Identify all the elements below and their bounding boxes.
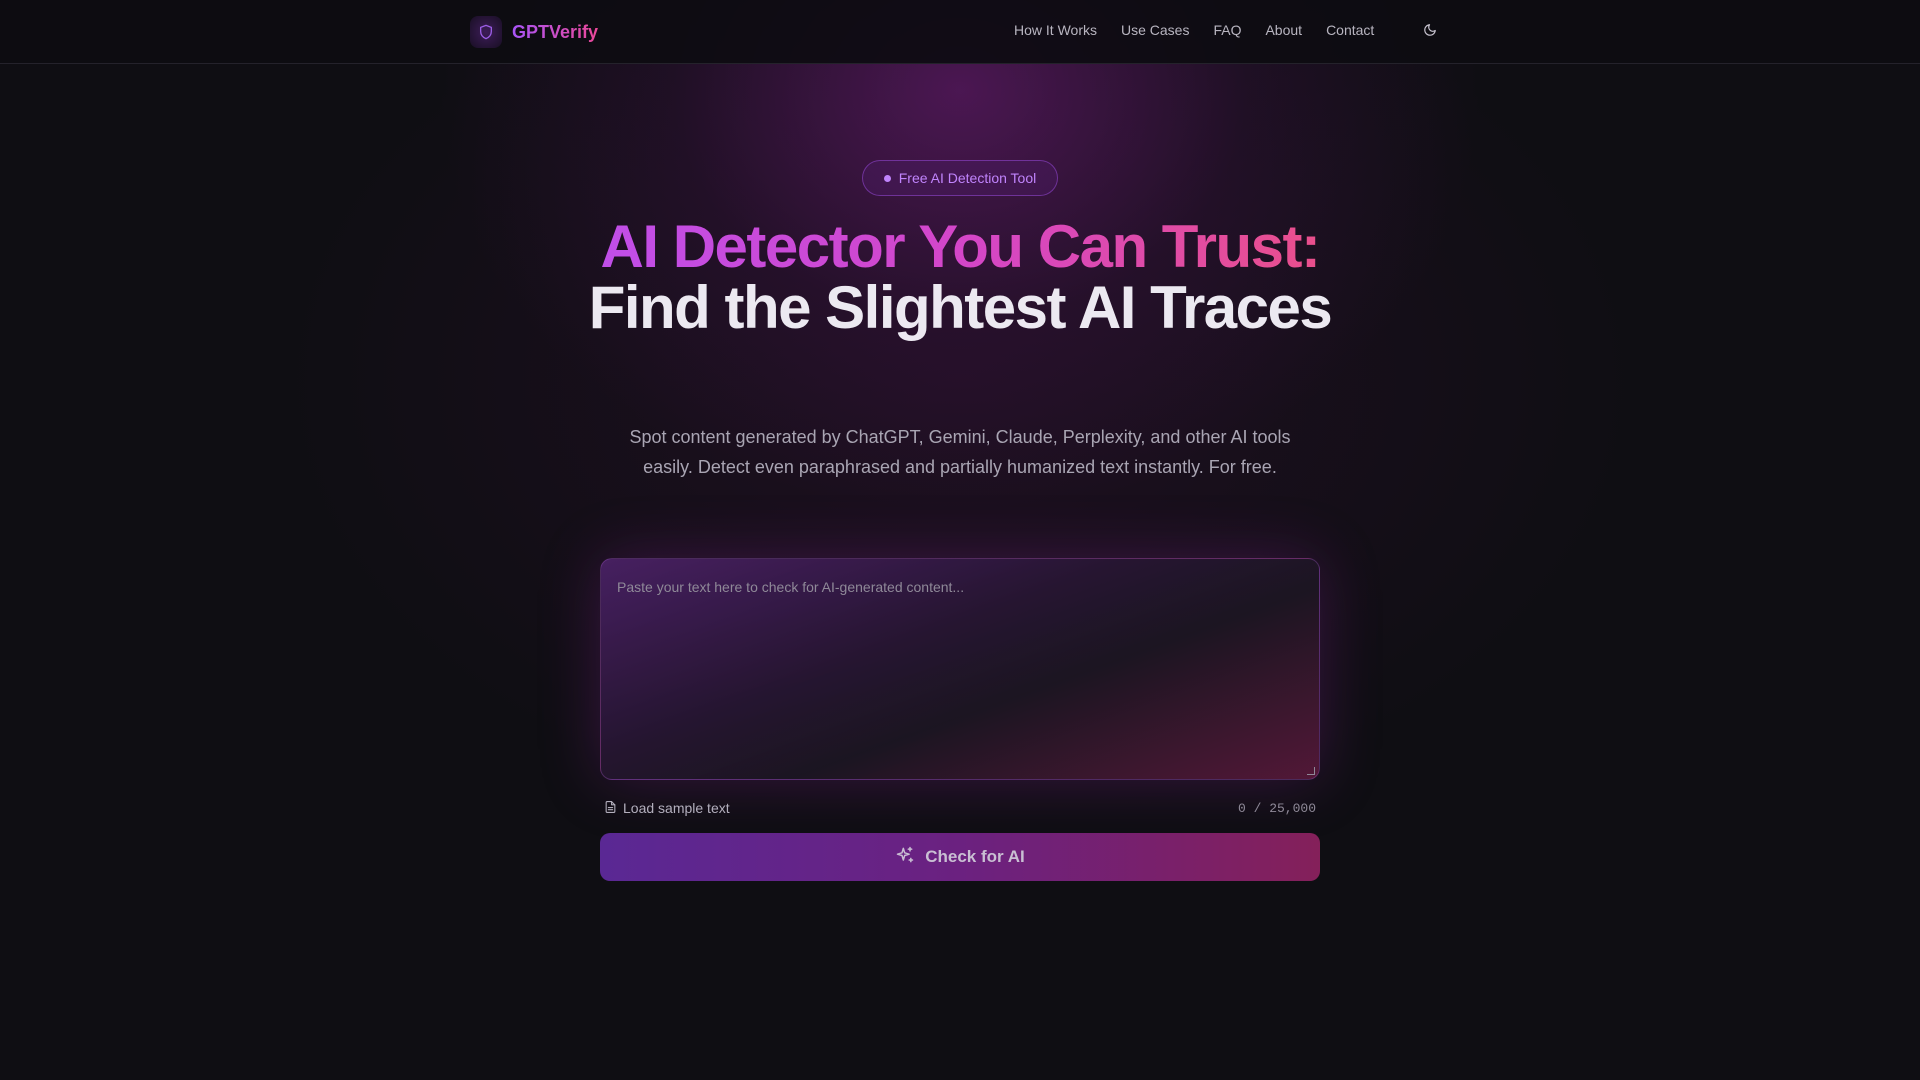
check-for-ai-label: Check for AI (925, 847, 1025, 866)
text-input-card (600, 558, 1320, 780)
text-input[interactable] (601, 559, 1319, 779)
site-header: GPTVerify How It Works Use Cases FAQ Abo… (0, 0, 1920, 64)
resize-handle[interactable] (1307, 767, 1315, 775)
page: GPTVerify How It Works Use Cases FAQ Abo… (0, 0, 1920, 1080)
main-nav: How It Works Use Cases FAQ About Contact (1014, 22, 1374, 38)
nav-link-use-cases[interactable]: Use Cases (1121, 22, 1189, 38)
brand-link[interactable]: GPTVerify (470, 16, 598, 48)
nav-link-faq[interactable]: FAQ (1213, 22, 1241, 38)
sparkles-icon (895, 845, 915, 870)
moon-icon (1423, 23, 1437, 42)
nav-link-how-it-works[interactable]: How It Works (1014, 22, 1097, 38)
file-icon (604, 800, 617, 817)
check-for-ai-button[interactable]: Check for AI (600, 833, 1320, 881)
hero-headline-gradient: AI Detector You Can Trust: (600, 213, 1321, 280)
hero-headline-plain: Find the Slightest AI Traces (588, 274, 1333, 341)
character-counter: 0 / 25,000 (1237, 800, 1316, 816)
brand-name: GPTVerify (512, 21, 599, 42)
hero-badge-label: Free AI Detection Tool (898, 170, 1037, 186)
hero-subtitle: Spot content generated by ChatGPT, Gemin… (629, 427, 1291, 477)
input-tools-row: Load sample text 0 / 25,000 (604, 797, 1316, 819)
theme-toggle-button[interactable] (1418, 20, 1442, 44)
hero-headline: AI Detector You Can Trust: Find the Slig… (560, 216, 1360, 338)
hero-badge: Free AI Detection Tool (862, 160, 1058, 196)
badge-dot-icon (883, 174, 891, 182)
load-sample-label: Load sample text (623, 800, 730, 816)
nav-link-about[interactable]: About (1265, 22, 1302, 38)
nav-link-contact[interactable]: Contact (1326, 22, 1374, 38)
load-sample-button[interactable]: Load sample text (604, 800, 730, 817)
shield-icon (470, 16, 502, 48)
